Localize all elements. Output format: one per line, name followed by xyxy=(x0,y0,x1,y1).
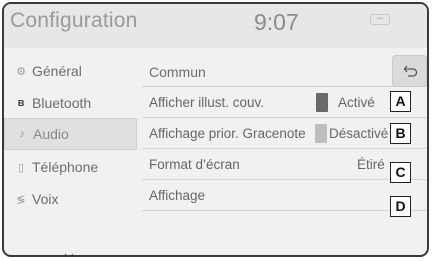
chevron-down-icon[interactable] xyxy=(64,251,74,257)
gear-icon: ⚙ xyxy=(16,65,26,78)
screen-frame: Configuration 9:07 ▪▪▪ ⚙ Général ʙ Bluet… xyxy=(2,2,429,257)
callout-badge-d: D xyxy=(390,196,411,217)
row-afficher-illust[interactable]: Afficher illust. couv. Activé xyxy=(142,87,427,118)
sidebar-item-audio[interactable]: ♪ Audio xyxy=(4,118,137,150)
sidebar-item-voix[interactable]: ≶ Voix xyxy=(4,183,137,215)
header-bar: Configuration 9:07 ▪▪▪ xyxy=(4,4,427,48)
section-title: Commun xyxy=(149,64,206,80)
phone-icon: ▯ xyxy=(17,161,25,174)
callout-badge-a: A xyxy=(390,91,411,112)
indicator-on xyxy=(316,93,328,112)
back-button[interactable] xyxy=(392,55,427,87)
clock: 9:07 xyxy=(254,9,299,35)
row-label: Afficher illust. couv. xyxy=(149,95,265,110)
indicator-off xyxy=(315,124,327,143)
row-label: Affichage prior. Gracenote xyxy=(149,126,306,141)
sidebar-item-bluetooth[interactable]: ʙ Bluetooth xyxy=(4,87,137,119)
sidebar-item-label: Téléphone xyxy=(32,159,99,175)
music-note-icon: ♪ xyxy=(19,128,25,140)
row-label: Affichage xyxy=(149,188,206,203)
sidebar: ⚙ Général ʙ Bluetooth ♪ Audio ▯ Téléphon… xyxy=(4,55,139,257)
section-header: Commun xyxy=(142,55,427,87)
bluetooth-icon: ʙ xyxy=(17,97,25,109)
back-arrow-icon xyxy=(403,65,417,77)
row-label: Format d’écran xyxy=(149,157,240,172)
sidebar-item-label: Bluetooth xyxy=(32,95,92,111)
sidebar-item-telephone[interactable]: ▯ Téléphone xyxy=(4,151,137,183)
sidebar-item-label: Audio xyxy=(33,126,69,142)
settings-panel: Commun Afficher illust. couv. Activé Aff… xyxy=(142,55,427,255)
row-value: Étiré xyxy=(357,157,385,172)
page-title: Configuration xyxy=(10,9,138,32)
sidebar-item-label: Général xyxy=(32,63,82,79)
row-affichage-gracenote[interactable]: Affichage prior. Gracenote Désactivé xyxy=(142,118,427,149)
voice-icon: ≶ xyxy=(16,193,26,206)
status-icon: ▪▪▪ xyxy=(370,14,390,25)
row-value: Désactivé xyxy=(329,126,389,141)
row-format-ecran[interactable]: Format d’écran Étiré xyxy=(142,149,427,180)
callout-badge-b: B xyxy=(390,123,411,144)
sidebar-item-label: Voix xyxy=(32,191,59,207)
row-value: Activé xyxy=(338,95,375,110)
row-affichage[interactable]: Affichage xyxy=(142,180,427,211)
sidebar-item-general[interactable]: ⚙ Général xyxy=(4,55,137,87)
callout-badge-c: C xyxy=(390,162,411,183)
